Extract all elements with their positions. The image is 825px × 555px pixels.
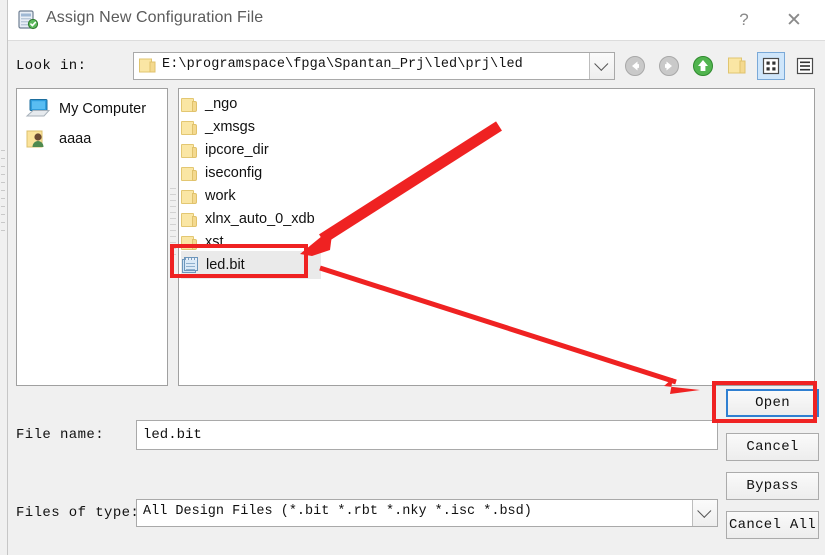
folder-icon bbox=[181, 189, 198, 204]
list-item[interactable]: iseconfig bbox=[181, 162, 262, 184]
arrow-left-circle-icon bbox=[625, 56, 645, 76]
files-of-type-label: Files of type: bbox=[16, 505, 140, 521]
list-view-button[interactable] bbox=[757, 52, 785, 80]
list-item[interactable]: _xmsgs bbox=[181, 116, 255, 138]
parent-directory-button[interactable] bbox=[689, 52, 717, 80]
detail-view-icon bbox=[796, 57, 814, 75]
computer-icon bbox=[25, 99, 51, 117]
screenshot-root: Assign New Configuration File ? ✕ Look i… bbox=[0, 0, 825, 555]
file-name: _ngo bbox=[205, 96, 238, 112]
cancel-button[interactable]: Cancel bbox=[726, 433, 819, 461]
open-button[interactable]: Open bbox=[726, 389, 819, 417]
sidebar-item-my-computer[interactable]: My Computer bbox=[25, 95, 146, 123]
files-of-type-dropdown-arrow[interactable] bbox=[692, 500, 717, 526]
arrow-up-circle-icon bbox=[693, 56, 713, 76]
folder-icon bbox=[181, 120, 198, 135]
file-name: ipcore_dir bbox=[205, 142, 269, 158]
window-title: Assign New Configuration File bbox=[46, 9, 264, 26]
grid-view-icon bbox=[762, 57, 780, 75]
cancel-all-button[interactable]: Cancel All bbox=[726, 511, 819, 539]
file-name: xlnx_auto_0_xdb bbox=[205, 211, 315, 227]
folder-icon bbox=[181, 235, 198, 250]
file-name-label: File name: bbox=[16, 427, 105, 443]
list-item-led-bit[interactable]: led.bit bbox=[181, 251, 321, 279]
list-item[interactable]: _ngo bbox=[181, 93, 237, 115]
file-name: work bbox=[205, 188, 236, 204]
file-name: led.bit bbox=[206, 257, 245, 273]
folder-icon bbox=[181, 143, 198, 158]
files-of-type-value: All Design Files (*.bit *.rbt *.nky *.is… bbox=[143, 504, 532, 519]
folder-icon bbox=[139, 58, 156, 73]
folder-icon bbox=[181, 97, 198, 112]
file-list-scrollbar[interactable] bbox=[170, 88, 176, 386]
sidebar-item-label: aaaa bbox=[59, 131, 92, 147]
file-name-input[interactable] bbox=[136, 420, 718, 450]
arrow-right-circle-icon bbox=[659, 56, 679, 76]
assign-configuration-file-dialog: Assign New Configuration File ? ✕ Look i… bbox=[7, 0, 825, 555]
file-list[interactable]: _ngo _xmsgs ipcore_dir iseconfig work xl… bbox=[178, 88, 815, 386]
list-item[interactable]: ipcore_dir bbox=[181, 139, 269, 161]
forward-button[interactable] bbox=[655, 52, 683, 80]
chevron-down-icon bbox=[594, 56, 609, 71]
file-name: _xmsgs bbox=[205, 119, 255, 135]
back-button[interactable] bbox=[621, 52, 649, 80]
sidebar-item-aaaa[interactable]: aaaa bbox=[25, 125, 91, 153]
help-button[interactable]: ? bbox=[721, 4, 767, 36]
title-bar: Assign New Configuration File ? ✕ bbox=[8, 0, 825, 41]
notepad-file-icon bbox=[181, 256, 199, 274]
chevron-down-icon bbox=[697, 503, 712, 518]
files-of-type-combobox[interactable]: All Design Files (*.bit *.rbt *.nky *.is… bbox=[136, 499, 718, 527]
bypass-button[interactable]: Bypass bbox=[726, 472, 819, 500]
file-name: xst bbox=[205, 234, 224, 250]
user-folder-icon bbox=[26, 130, 44, 148]
new-folder-button[interactable] bbox=[723, 52, 751, 80]
folder-icon bbox=[181, 166, 198, 181]
folder-icon bbox=[181, 212, 198, 227]
look-in-label: Look in: bbox=[16, 58, 87, 74]
close-button[interactable]: ✕ bbox=[771, 4, 817, 36]
path-value: E:\programspace\fpga\Spantan_Prj\led\prj… bbox=[162, 57, 523, 72]
detail-view-button[interactable] bbox=[791, 52, 819, 80]
sidebar-item-label: My Computer bbox=[59, 101, 147, 117]
list-item[interactable]: xlnx_auto_0_xdb bbox=[181, 208, 315, 230]
configuration-file-icon bbox=[16, 8, 40, 32]
path-dropdown-arrow[interactable] bbox=[589, 53, 614, 79]
list-item[interactable]: work bbox=[181, 185, 236, 207]
path-combobox[interactable]: E:\programspace\fpga\Spantan_Prj\led\prj… bbox=[133, 52, 615, 80]
folder-icon bbox=[728, 57, 746, 74]
file-name: iseconfig bbox=[205, 165, 263, 181]
places-sidebar: My Computer aaaa bbox=[16, 88, 168, 386]
list-item[interactable]: xst bbox=[181, 231, 224, 253]
